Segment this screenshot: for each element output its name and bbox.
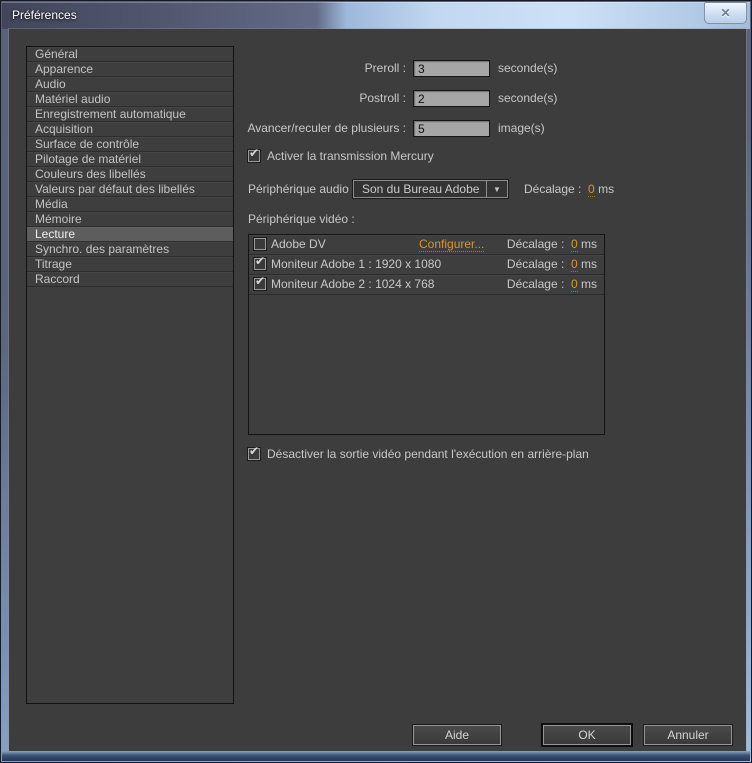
mercury-transmit-row: ✔ Activer la transmission Mercury (248, 146, 434, 163)
sidebar-item-enregistrement-automatique[interactable]: Enregistrement automatique (27, 107, 233, 122)
video-device-name: Adobe DV (271, 237, 326, 251)
disable-background-output-checkbox[interactable]: ✔ (248, 444, 260, 460)
adobe-dv-checkbox[interactable]: ✔ (254, 238, 266, 250)
sidebar-item-media[interactable]: Média (27, 197, 233, 212)
video-device-name: Moniteur Adobe 1 : 1920 x 1080 (271, 257, 442, 271)
postroll-label: Postroll : (359, 91, 406, 105)
video-device-row-adobe-dv: ✔ Adobe DV Configurer... Décalage : 0 ms (249, 235, 604, 255)
mercury-transmit-checkbox[interactable]: ✔ (248, 146, 260, 162)
ok-button[interactable]: OK (543, 725, 631, 745)
audio-device-label: Périphérique audio : (248, 182, 356, 196)
audio-offset-unit: ms (598, 182, 615, 196)
audio-device-dropdown[interactable]: Son du Bureau Adobe ▼ (353, 180, 508, 198)
audio-device-value: Son du Bureau Adobe (362, 182, 480, 196)
postroll-unit: seconde(s) (498, 91, 558, 105)
preroll-label: Preroll : (364, 61, 406, 75)
disable-background-output-row: ✔ Désactiver la sortie vidéo pendant l'ex… (248, 444, 589, 461)
close-button[interactable]: ✕ (704, 2, 747, 24)
video-offset-value[interactable]: 0 (570, 257, 578, 272)
category-list: Général Apparence Audio Matériel audio E… (26, 46, 234, 704)
help-button[interactable]: Aide (413, 725, 501, 745)
video-device-row-monitor-2: ✔ Moniteur Adobe 2 : 1024 x 768 Décalage… (249, 275, 604, 295)
titlebar[interactable]: Préférences (2, 2, 750, 29)
video-offset-label: Décalage : (506, 257, 565, 271)
video-offset-value[interactable]: 0 (570, 237, 578, 252)
window-frame-bottom (2, 751, 750, 761)
dialog-body: Général Apparence Audio Matériel audio E… (9, 29, 746, 753)
cancel-button[interactable]: Annuler (644, 725, 732, 745)
audio-offset: Décalage : 0 ms (524, 181, 614, 198)
preferences-dialog: Préférences ✕ Général Apparence Audio Ma… (0, 0, 752, 763)
postroll-input[interactable] (413, 90, 490, 107)
sidebar-item-memoire[interactable]: Mémoire (27, 212, 233, 227)
video-offset-unit: ms (581, 257, 597, 271)
video-offset: Décalage : 0 ms (506, 257, 597, 272)
video-device-row-monitor-1: ✔ Moniteur Adobe 1 : 1920 x 1080 Décalag… (249, 255, 604, 275)
sidebar-item-lecture[interactable]: Lecture (27, 227, 233, 242)
sidebar-item-apparence[interactable]: Apparence (27, 62, 233, 77)
sidebar-item-acquisition[interactable]: Acquisition (27, 122, 233, 137)
step-frames-label: Avancer/reculer de plusieurs : (247, 121, 406, 135)
video-offset-unit: ms (581, 237, 597, 251)
mercury-transmit-label: Activer la transmission Mercury (267, 149, 434, 163)
chevron-down-icon: ▼ (486, 181, 507, 197)
video-offset: Décalage : 0 ms (506, 237, 597, 252)
configure-link[interactable]: Configurer... (419, 237, 485, 252)
check-icon: ✔ (255, 274, 266, 288)
preroll-input[interactable] (413, 60, 490, 77)
video-offset-label: Décalage : (506, 277, 565, 291)
close-icon: ✕ (720, 6, 731, 20)
sidebar-item-pilotage-de-materiel[interactable]: Pilotage de matériel (27, 152, 233, 167)
sidebar-item-raccord[interactable]: Raccord (27, 272, 233, 287)
sidebar-item-surface-de-controle[interactable]: Surface de contrôle (27, 137, 233, 152)
sidebar-item-titrage[interactable]: Titrage (27, 257, 233, 272)
disable-background-output-label: Désactiver la sortie vidéo pendant l'exé… (267, 447, 589, 461)
video-offset-label: Décalage : (506, 237, 565, 251)
check-icon: ✔ (249, 444, 260, 458)
monitor-2-checkbox[interactable]: ✔ (254, 274, 266, 290)
video-offset-unit: ms (581, 277, 597, 291)
preroll-unit: seconde(s) (498, 61, 558, 75)
monitor-1-checkbox[interactable]: ✔ (254, 254, 266, 270)
check-icon: ✔ (255, 254, 266, 268)
audio-offset-label: Décalage : (524, 182, 582, 196)
sidebar-item-valeurs-par-defaut[interactable]: Valeurs par défaut des libellés (27, 182, 233, 197)
sidebar-item-audio[interactable]: Audio (27, 77, 233, 92)
sidebar-item-couleurs-des-libelles[interactable]: Couleurs des libellés (27, 167, 233, 182)
step-frames-input[interactable] (413, 120, 490, 137)
video-device-label: Périphérique vidéo : (248, 212, 355, 226)
video-device-list: ✔ Adobe DV Configurer... Décalage : 0 ms… (248, 234, 605, 435)
video-device-name: Moniteur Adobe 2 : 1024 x 768 (271, 277, 435, 291)
sidebar-item-materiel-audio[interactable]: Matériel audio (27, 92, 233, 107)
video-offset: Décalage : 0 ms (506, 277, 597, 292)
video-offset-value[interactable]: 0 (570, 277, 578, 292)
step-frames-unit: image(s) (498, 121, 545, 135)
window-title: Préférences (12, 8, 77, 22)
sidebar-item-general[interactable]: Général (27, 47, 233, 62)
check-icon: ✔ (249, 146, 260, 160)
sidebar-item-synchro-des-parametres[interactable]: Synchro. des paramètres (27, 242, 233, 257)
audio-offset-value[interactable]: 0 (588, 182, 595, 197)
